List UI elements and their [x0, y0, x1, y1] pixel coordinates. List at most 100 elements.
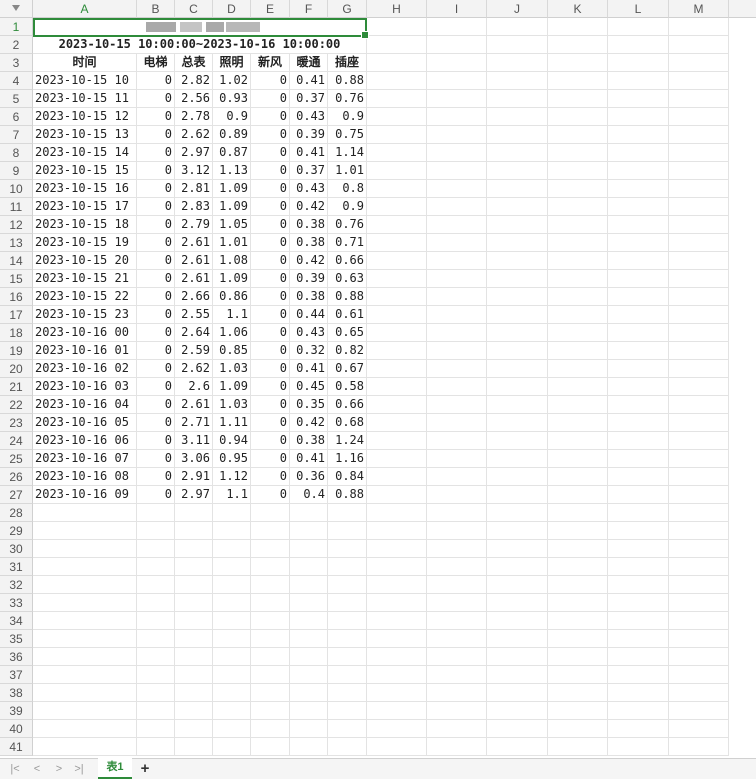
value-cell[interactable]: 1.14	[328, 144, 367, 162]
value-cell[interactable]: 3.12	[175, 162, 213, 180]
cell[interactable]	[487, 216, 548, 234]
cell[interactable]	[487, 666, 548, 684]
cell[interactable]	[669, 702, 729, 720]
cell[interactable]	[427, 378, 487, 396]
row-header[interactable]: 28	[0, 504, 33, 522]
cell[interactable]	[487, 144, 548, 162]
cell[interactable]	[608, 540, 669, 558]
value-cell[interactable]: 0	[251, 486, 290, 504]
cell[interactable]	[548, 324, 608, 342]
cell[interactable]	[328, 702, 367, 720]
cell[interactable]	[137, 648, 175, 666]
cell[interactable]	[487, 396, 548, 414]
cell[interactable]	[251, 558, 290, 576]
header-cell[interactable]: 总表	[175, 54, 213, 72]
value-cell[interactable]: 0.42	[290, 252, 328, 270]
cell[interactable]	[487, 18, 548, 36]
cell[interactable]	[33, 576, 137, 594]
value-cell[interactable]: 0	[137, 342, 175, 360]
value-cell[interactable]: 1.1	[213, 306, 251, 324]
cell[interactable]	[669, 522, 729, 540]
value-cell[interactable]: 1.03	[213, 396, 251, 414]
column-header[interactable]: H	[367, 0, 427, 18]
value-cell[interactable]: 0	[251, 450, 290, 468]
cell[interactable]	[669, 18, 729, 36]
cell[interactable]	[548, 72, 608, 90]
cell[interactable]	[608, 522, 669, 540]
cell[interactable]	[548, 558, 608, 576]
value-cell[interactable]: 0	[251, 252, 290, 270]
value-cell[interactable]: 0.63	[328, 270, 367, 288]
value-cell[interactable]: 2.59	[175, 342, 213, 360]
cell[interactable]	[427, 216, 487, 234]
cell[interactable]	[290, 630, 328, 648]
time-cell[interactable]: 2023-10-15 17	[33, 198, 137, 216]
value-cell[interactable]: 0.61	[328, 306, 367, 324]
cell[interactable]	[427, 342, 487, 360]
time-cell[interactable]: 2023-10-16 05	[33, 414, 137, 432]
cell[interactable]	[548, 522, 608, 540]
value-cell[interactable]: 0	[137, 432, 175, 450]
cell[interactable]	[608, 648, 669, 666]
cell[interactable]	[290, 504, 328, 522]
cell[interactable]	[548, 468, 608, 486]
cell[interactable]	[669, 486, 729, 504]
cell[interactable]	[427, 486, 487, 504]
row-header[interactable]: 34	[0, 612, 33, 630]
cell[interactable]	[487, 72, 548, 90]
cell[interactable]	[328, 720, 367, 738]
cell[interactable]	[487, 558, 548, 576]
sheet-tab-1[interactable]: 表1	[98, 758, 132, 779]
cell[interactable]	[487, 522, 548, 540]
value-cell[interactable]: 0.41	[290, 360, 328, 378]
cell[interactable]	[487, 630, 548, 648]
cell[interactable]	[487, 378, 548, 396]
cell[interactable]	[487, 180, 548, 198]
cell[interactable]	[669, 144, 729, 162]
value-cell[interactable]: 0	[137, 468, 175, 486]
cell[interactable]	[290, 666, 328, 684]
value-cell[interactable]: 0	[137, 378, 175, 396]
value-cell[interactable]: 2.81	[175, 180, 213, 198]
cell[interactable]	[213, 666, 251, 684]
cell[interactable]	[487, 576, 548, 594]
cell[interactable]	[669, 198, 729, 216]
cell[interactable]	[608, 54, 669, 72]
value-cell[interactable]: 2.62	[175, 360, 213, 378]
value-cell[interactable]: 1.09	[213, 180, 251, 198]
cell[interactable]	[175, 666, 213, 684]
cell[interactable]	[137, 522, 175, 540]
value-cell[interactable]: 1.02	[213, 72, 251, 90]
cell[interactable]	[367, 216, 427, 234]
cell[interactable]	[213, 702, 251, 720]
cell[interactable]	[367, 72, 427, 90]
cell[interactable]	[367, 162, 427, 180]
cell[interactable]	[290, 684, 328, 702]
value-cell[interactable]: 0.4	[290, 486, 328, 504]
cell[interactable]	[548, 738, 608, 756]
cell[interactable]	[487, 162, 548, 180]
value-cell[interactable]: 1.12	[213, 468, 251, 486]
cell[interactable]	[548, 180, 608, 198]
cell[interactable]	[175, 558, 213, 576]
value-cell[interactable]: 0	[251, 288, 290, 306]
value-cell[interactable]: 0.88	[328, 288, 367, 306]
value-cell[interactable]: 0.93	[213, 90, 251, 108]
value-cell[interactable]: 1.06	[213, 324, 251, 342]
time-cell[interactable]: 2023-10-16 01	[33, 342, 137, 360]
cell[interactable]	[328, 630, 367, 648]
row-header[interactable]: 31	[0, 558, 33, 576]
cell[interactable]	[367, 144, 427, 162]
cell[interactable]	[487, 702, 548, 720]
row-header[interactable]: 23	[0, 414, 33, 432]
cell[interactable]	[427, 576, 487, 594]
column-header[interactable]: G	[328, 0, 367, 18]
row-header[interactable]: 41	[0, 738, 33, 756]
cell[interactable]	[548, 594, 608, 612]
cell[interactable]	[608, 144, 669, 162]
cell[interactable]	[608, 162, 669, 180]
cell[interactable]	[548, 126, 608, 144]
cell[interactable]	[487, 234, 548, 252]
cell[interactable]	[427, 306, 487, 324]
cell[interactable]	[367, 306, 427, 324]
